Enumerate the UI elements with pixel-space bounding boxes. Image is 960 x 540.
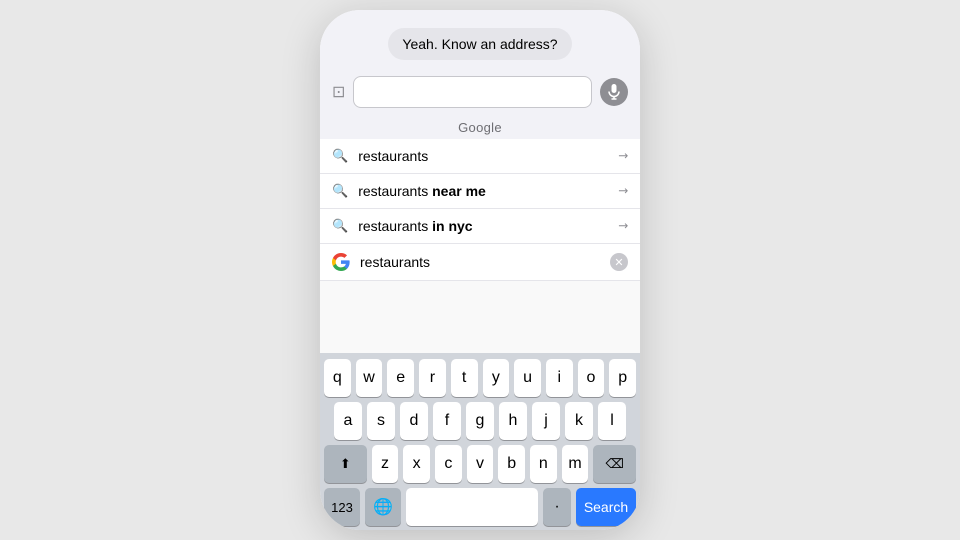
globe-key[interactable]: 🌐	[365, 488, 401, 526]
suggestion-item-1[interactable]: 🔍 restaurants ↙	[320, 139, 640, 174]
key-p[interactable]: p	[609, 359, 636, 397]
key-z[interactable]: z	[372, 445, 399, 483]
message-text: Yeah. Know an address?	[402, 36, 557, 52]
suggestion-text-1: restaurants	[358, 148, 618, 164]
key-o[interactable]: o	[578, 359, 605, 397]
search-label: Search	[584, 499, 628, 515]
suggestion-item-3[interactable]: 🔍 restaurants in nyc ↙	[320, 209, 640, 244]
key-d[interactable]: d	[400, 402, 428, 440]
safari-bar: ⊡	[320, 70, 640, 114]
key-c[interactable]: c	[435, 445, 462, 483]
key-a[interactable]: a	[334, 402, 362, 440]
suggestion-item-2[interactable]: 🔍 restaurants near me ↙	[320, 174, 640, 209]
key-i[interactable]: i	[546, 359, 573, 397]
key-n[interactable]: n	[530, 445, 557, 483]
key-x[interactable]: x	[403, 445, 430, 483]
microphone-icon[interactable]	[600, 78, 628, 106]
delete-key[interactable]: ⌫	[593, 445, 636, 483]
shift-key[interactable]: ⬆	[324, 445, 367, 483]
key-k[interactable]: k	[565, 402, 593, 440]
google-label: Google	[320, 114, 640, 139]
phone-container: Yeah. Know an address? ⊡ Google 🔍 restau…	[320, 10, 640, 530]
key-t[interactable]: t	[451, 359, 478, 397]
key-b[interactable]: b	[498, 445, 525, 483]
search-icon-2: 🔍	[332, 183, 348, 199]
key-g[interactable]: g	[466, 402, 494, 440]
numbers-label: 123	[331, 500, 353, 515]
active-search-row[interactable]: restaurants ✕	[320, 244, 640, 281]
key-j[interactable]: j	[532, 402, 560, 440]
message-area: Yeah. Know an address?	[320, 10, 640, 70]
key-f[interactable]: f	[433, 402, 461, 440]
suggestion-text-3: restaurants in nyc	[358, 218, 618, 234]
key-h[interactable]: h	[499, 402, 527, 440]
suggestions-area: Google 🔍 restaurants ↙ 🔍 restaurants nea…	[320, 114, 640, 353]
clear-button[interactable]: ✕	[610, 253, 628, 271]
camera-icon[interactable]: ⊡	[332, 82, 345, 102]
keyboard-row-1: q w e r t y u i o p	[324, 359, 636, 397]
dot-key[interactable]: ·	[543, 488, 571, 526]
key-s[interactable]: s	[367, 402, 395, 440]
search-icon-3: 🔍	[332, 218, 348, 234]
key-v[interactable]: v	[467, 445, 494, 483]
key-u[interactable]: u	[514, 359, 541, 397]
numbers-key[interactable]: 123	[324, 488, 360, 526]
key-y[interactable]: y	[483, 359, 510, 397]
key-q[interactable]: q	[324, 359, 351, 397]
message-bubble: Yeah. Know an address?	[388, 28, 571, 60]
search-icon-1: 🔍	[332, 148, 348, 164]
key-w[interactable]: w	[356, 359, 383, 397]
google-g-logo	[332, 253, 350, 271]
keyboard-row-2: a s d f g h j k l	[324, 402, 636, 440]
active-search-text: restaurants	[360, 254, 610, 270]
suggestion-text-2: restaurants near me	[358, 183, 618, 199]
safari-search-input[interactable]	[353, 76, 592, 108]
key-e[interactable]: e	[387, 359, 414, 397]
search-key[interactable]: Search	[576, 488, 636, 526]
keyboard: q w e r t y u i o p a s d f g h j k l ⬆ …	[320, 353, 640, 530]
key-m[interactable]: m	[562, 445, 589, 483]
keyboard-row-4: 123 🌐 · Search	[324, 488, 636, 526]
key-l[interactable]: l	[598, 402, 626, 440]
space-key[interactable]	[406, 488, 538, 526]
keyboard-row-3: ⬆ z x c v b n m ⌫	[324, 445, 636, 483]
key-r[interactable]: r	[419, 359, 446, 397]
dot-label: ·	[554, 498, 559, 516]
